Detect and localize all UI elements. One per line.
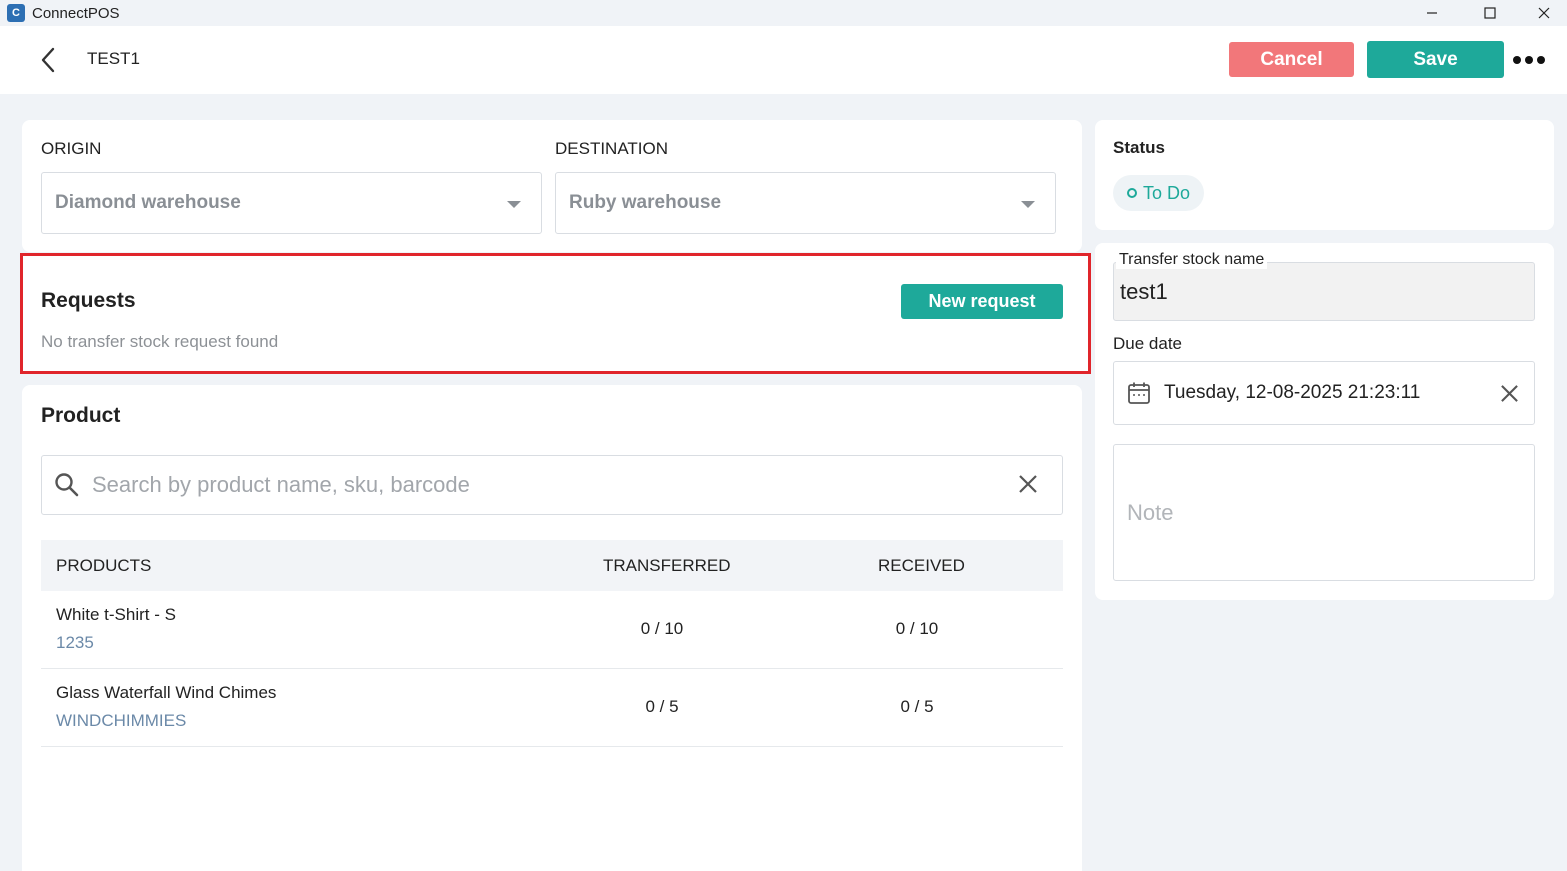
window-titlebar: C ConnectPOS: [0, 0, 1567, 26]
destination-label: DESTINATION: [555, 139, 669, 158]
status-dot-icon: [1127, 188, 1137, 198]
product-search[interactable]: Search by product name, sku, barcode: [41, 455, 1063, 515]
destination-select[interactable]: Ruby warehouse: [555, 172, 1056, 234]
table-row[interactable]: Glass Waterfall Wind Chimes WINDCHIMMIES…: [41, 669, 1063, 747]
requests-title: Requests: [41, 289, 136, 312]
chevron-down-icon: [507, 201, 521, 208]
connectpos-logo-icon: C: [7, 4, 25, 22]
status-value: To Do: [1143, 182, 1191, 203]
page-header: TEST1 Cancel Save: [0, 26, 1567, 94]
due-date-field[interactable]: Tuesday, 12-08-2025 21:23:11: [1113, 361, 1535, 425]
clear-date-icon[interactable]: [1500, 384, 1519, 408]
page-title: TEST1: [87, 49, 140, 68]
close-window-icon[interactable]: [1521, 0, 1567, 26]
note-placeholder: Note: [1127, 500, 1174, 525]
status-label: Status: [1113, 138, 1165, 157]
note-field[interactable]: Note: [1113, 444, 1535, 581]
column-products: PRODUCTS: [56, 556, 152, 575]
destination-value: Ruby warehouse: [569, 192, 722, 213]
cancel-button[interactable]: Cancel: [1229, 42, 1354, 77]
transfer-name-field[interactable]: test1: [1113, 262, 1535, 321]
table-row[interactable]: White t-Shirt - S 1235 0 / 10 0 / 10: [41, 591, 1063, 669]
product-sku: WINDCHIMMIES: [56, 711, 187, 730]
calendar-icon: [1127, 381, 1151, 410]
route-card: ORIGIN DESTINATION Diamond warehouse Rub…: [22, 120, 1082, 252]
maximize-icon[interactable]: [1467, 0, 1513, 26]
more-options-icon[interactable]: [1511, 48, 1547, 72]
save-button[interactable]: Save: [1367, 41, 1504, 78]
product-sku: 1235: [56, 633, 94, 652]
due-date-label: Due date: [1113, 334, 1182, 353]
column-transferred: TRANSFERRED: [603, 556, 731, 575]
minimize-icon[interactable]: [1409, 0, 1455, 26]
status-badge[interactable]: To Do: [1113, 175, 1205, 211]
origin-select[interactable]: Diamond warehouse: [41, 172, 542, 234]
transferred-qty: 0 / 10: [640, 619, 684, 638]
search-input[interactable]: Search by product name, sku, barcode: [92, 472, 470, 498]
product-name: Glass Waterfall Wind Chimes: [56, 683, 277, 702]
column-received: RECEIVED: [878, 556, 965, 575]
app-title: ConnectPOS: [32, 4, 120, 22]
due-date-value: Tuesday, 12-08-2025 21:23:11: [1164, 382, 1421, 403]
received-qty: 0 / 5: [900, 697, 934, 716]
new-request-button[interactable]: New request: [901, 284, 1063, 319]
product-table-header: PRODUCTS TRANSFERRED RECEIVED: [41, 540, 1063, 591]
chevron-down-icon: [1021, 201, 1035, 208]
product-title: Product: [41, 404, 121, 427]
transferred-qty: 0 / 5: [645, 697, 679, 716]
origin-value: Diamond warehouse: [55, 192, 241, 213]
clear-search-icon[interactable]: [1018, 474, 1038, 499]
requests-empty-text: No transfer stock request found: [41, 332, 279, 351]
search-icon: [54, 472, 80, 503]
transfer-name-label: Transfer stock name: [1116, 251, 1268, 269]
product-name: White t-Shirt - S: [56, 605, 176, 624]
received-qty: 0 / 10: [895, 619, 939, 638]
origin-label: ORIGIN: [41, 139, 102, 158]
transfer-name-value: test1: [1120, 279, 1168, 304]
back-arrow-icon[interactable]: [34, 44, 62, 76]
